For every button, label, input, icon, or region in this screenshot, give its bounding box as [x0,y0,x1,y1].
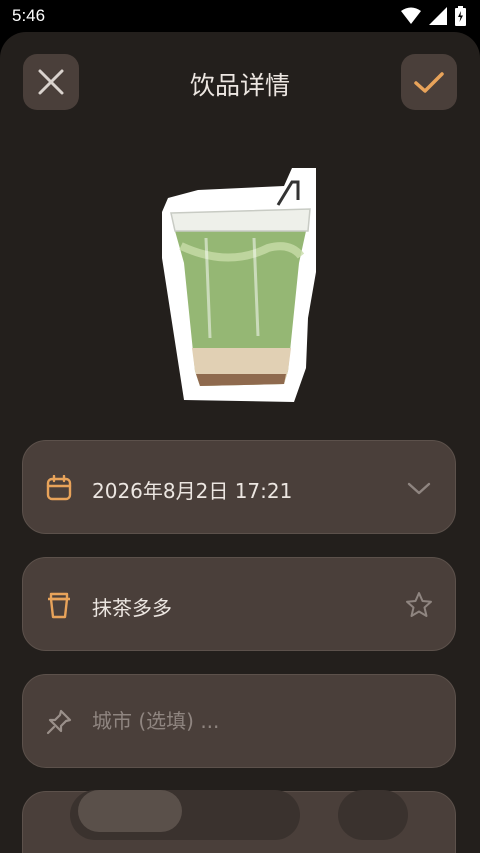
city-input[interactable] [92,701,422,741]
chevron-down-icon[interactable] [405,474,433,502]
drink-image[interactable] [158,168,324,408]
date-time-value: 2026年8月2日 17:21 [92,479,293,503]
check-icon [414,72,444,93]
drink-name-value: 抹茶多多 [92,596,172,620]
battery-charging-icon [455,6,466,26]
drink-detail-sheet: 饮品详情 2026年8月2日 17:21 抹茶多多 城市 (选填) ... [0,32,480,853]
cup-icon [45,591,73,619]
nav-action-button[interactable] [338,790,408,840]
calendar-icon [45,474,73,502]
nav-pill[interactable] [70,790,300,840]
drink-name-field[interactable]: 抹茶多多 [22,557,456,651]
pin-icon [45,708,73,736]
star-icon[interactable] [405,591,433,619]
confirm-button[interactable] [401,54,457,110]
city-field[interactable] [22,674,456,768]
cellular-signal-icon [429,7,447,25]
status-bar: 5:46 [0,0,480,32]
nav-pill-active[interactable] [78,790,182,832]
wifi-icon [401,7,421,24]
date-time-field[interactable]: 2026年8月2日 17:21 [22,440,456,534]
status-icons [401,6,466,26]
status-time: 5:46 [12,6,46,25]
bottom-navigation [0,790,480,853]
